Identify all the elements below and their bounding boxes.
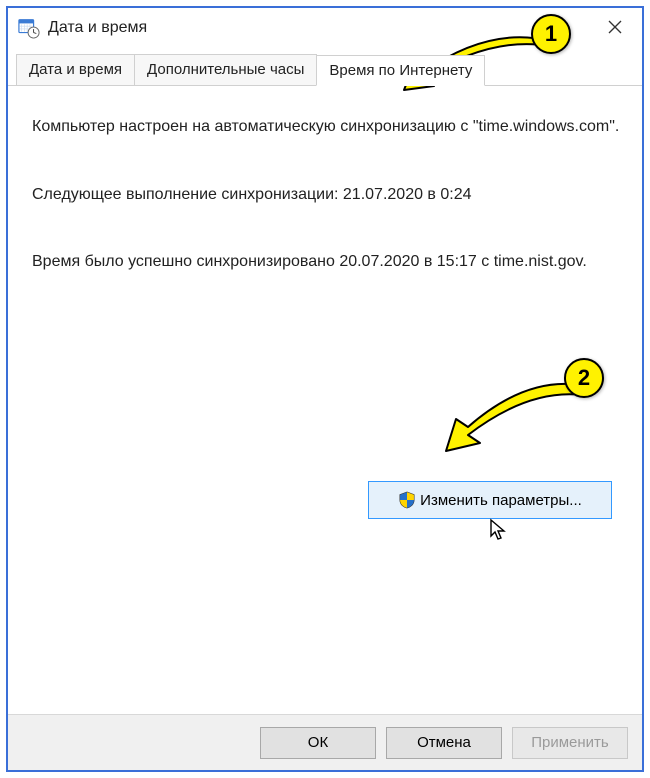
dialog-button-bar: ОК Отмена Применить: [8, 714, 642, 770]
tabs-row: Дата и время Дополнительные часы Время п…: [8, 48, 642, 86]
tab-date-time[interactable]: Дата и время: [16, 54, 135, 85]
change-settings-button[interactable]: Изменить параметры...: [368, 481, 612, 519]
cursor-icon: [489, 518, 507, 551]
tab-content: Компьютер настроен на автоматическую син…: [8, 86, 642, 714]
last-sync-text: Время было успешно синхронизировано 20.0…: [32, 249, 620, 275]
tab-additional-clocks[interactable]: Дополнительные часы: [134, 54, 317, 85]
close-icon: [608, 18, 622, 39]
change-settings-label: Изменить параметры...: [420, 492, 582, 509]
calendar-clock-icon: [18, 17, 40, 39]
dialog-window: Дата и время Дата и время Дополнительные…: [6, 6, 644, 772]
sync-config-text: Компьютер настроен на автоматическую син…: [32, 114, 620, 140]
titlebar: Дата и время: [8, 8, 642, 48]
close-button[interactable]: [592, 12, 638, 44]
next-sync-text: Следующее выполнение синхронизации: 21.0…: [32, 182, 620, 208]
tab-internet-time[interactable]: Время по Интернету: [316, 55, 485, 86]
ok-button[interactable]: ОК: [260, 727, 376, 759]
uac-shield-icon: [398, 491, 416, 509]
cancel-button[interactable]: Отмена: [386, 727, 502, 759]
apply-button: Применить: [512, 727, 628, 759]
window-title: Дата и время: [48, 19, 592, 37]
